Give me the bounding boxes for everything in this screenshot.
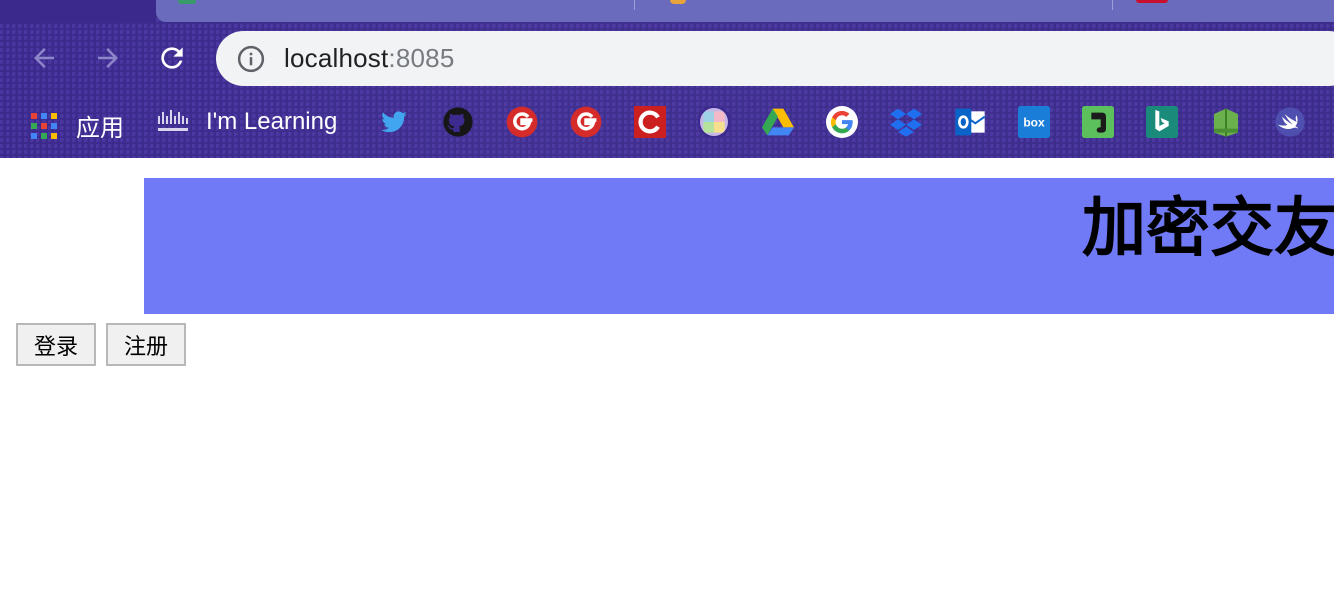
twitter-icon[interactable] (378, 106, 410, 138)
reload-icon (161, 47, 183, 69)
url-port: :8085 (388, 43, 455, 73)
c-red-icon[interactable] (634, 106, 666, 138)
address-bar[interactable]: localhost:8085 (216, 31, 1334, 86)
green-book-icon[interactable] (1210, 106, 1242, 138)
url-host: localhost (284, 43, 389, 73)
back-button[interactable] (26, 40, 62, 76)
tab-favicon-3 (1136, 0, 1168, 3)
box-icon[interactable]: box (1018, 106, 1050, 138)
color-ball-icon[interactable] (698, 106, 730, 138)
url-text[interactable]: localhost:8085 (284, 43, 455, 74)
bookmark-im-learning[interactable]: I'm Learning (156, 108, 337, 136)
browser-chrome: localhost:8085 应用 I'm Learning box (0, 0, 1334, 158)
google-icon[interactable] (826, 106, 858, 138)
bookmarks-bar: 应用 I'm Learning (0, 100, 1334, 144)
forward-button[interactable] (90, 40, 126, 76)
page-title: 加密交友 (1082, 192, 1334, 264)
login-button[interactable]: 登录 (16, 323, 96, 366)
arrow-left-icon (34, 48, 54, 68)
github-icon[interactable] (442, 106, 474, 138)
bookmark-apps[interactable]: 应用 (30, 108, 124, 143)
swift-icon[interactable] (1274, 106, 1306, 138)
bookmark-apps-label: 应用 (76, 115, 124, 142)
evernote-icon[interactable] (1082, 106, 1114, 138)
outlook-icon[interactable] (954, 106, 986, 138)
tab-separator (634, 0, 635, 10)
register-button[interactable]: 注册 (106, 323, 186, 366)
tab-strip (0, 0, 1334, 22)
google-drive-icon[interactable] (762, 106, 794, 138)
bing-icon[interactable] (1146, 106, 1178, 138)
inactive-tabs[interactable] (156, 0, 1334, 22)
active-tab[interactable] (0, 0, 156, 22)
site-info-icon[interactable] (236, 44, 266, 74)
reload-button[interactable] (154, 40, 190, 76)
tab-favicon-1 (178, 0, 196, 4)
tab-favicon-2 (670, 0, 686, 4)
header-banner: 加密交友 (144, 178, 1334, 314)
arrow-right-icon (98, 48, 118, 68)
bookmark-im-learning-label: I'm Learning (206, 108, 338, 135)
cisco-icon (158, 110, 188, 131)
tab-separator (1112, 0, 1113, 10)
g-red-icon-1[interactable] (506, 106, 538, 138)
g-red-icon-2[interactable] (570, 106, 602, 138)
apps-grid-icon (31, 112, 57, 139)
dropbox-icon[interactable] (890, 106, 922, 138)
svg-text:box: box (1023, 116, 1045, 130)
